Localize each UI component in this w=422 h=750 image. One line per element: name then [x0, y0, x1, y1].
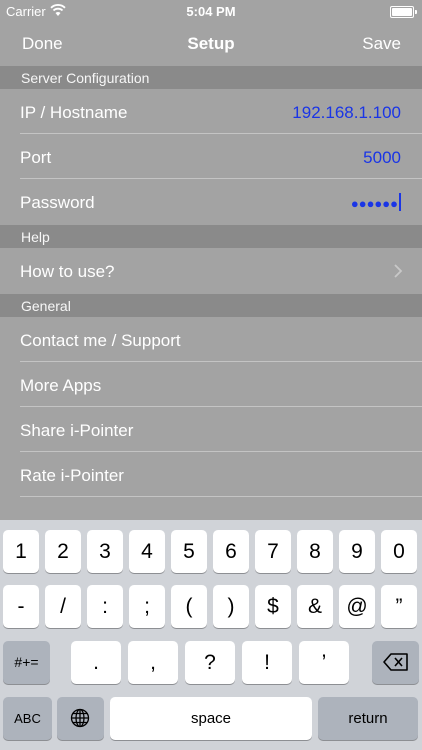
key-open-paren[interactable]: (: [171, 585, 207, 628]
key-dollar[interactable]: $: [255, 585, 291, 628]
share-row[interactable]: Share i-Pointer: [0, 408, 422, 452]
more-apps-label: More Apps: [20, 376, 102, 395]
navigation-bar: Done Setup Save: [0, 22, 422, 66]
divider: [20, 451, 422, 452]
share-label: Share i-Pointer: [20, 421, 134, 440]
key-3[interactable]: 3: [87, 530, 123, 573]
how-to-use-row[interactable]: How to use?: [0, 249, 422, 293]
globe-key[interactable]: [57, 697, 104, 740]
password-row[interactable]: Password ●●●●●●: [0, 180, 422, 224]
page-title: Setup: [187, 34, 235, 53]
divider: [20, 178, 422, 179]
text-cursor: [399, 193, 401, 211]
section-header-server: Server Configuration: [0, 66, 422, 89]
section-header-help: Help: [0, 225, 422, 248]
ip-hostname-field[interactable]: 192.168.1.100: [292, 103, 401, 123]
space-key[interactable]: space: [110, 697, 312, 740]
divider: [20, 133, 422, 134]
rate-label: Rate i-Pointer: [20, 466, 124, 485]
key-5[interactable]: 5: [171, 530, 207, 573]
status-time: 5:04 PM: [186, 4, 236, 19]
key-0[interactable]: 0: [381, 530, 417, 573]
key-colon[interactable]: :: [87, 585, 123, 628]
save-button[interactable]: Save: [362, 34, 401, 54]
key-close-paren[interactable]: ): [213, 585, 249, 628]
key-abc[interactable]: ABC: [3, 697, 52, 740]
section-header-general: General: [0, 294, 422, 317]
globe-icon: [70, 708, 90, 728]
key-ampersand[interactable]: &: [297, 585, 333, 628]
key-period[interactable]: .: [71, 641, 121, 684]
divider: [20, 361, 422, 362]
key-quote[interactable]: ”: [381, 585, 417, 628]
key-slash[interactable]: /: [45, 585, 81, 628]
password-label: Password: [20, 193, 95, 212]
key-comma[interactable]: ,: [128, 641, 178, 684]
key-more-symbols[interactable]: #+=: [3, 641, 50, 684]
status-bar: Carrier 5:04 PM: [0, 0, 422, 22]
more-apps-row[interactable]: More Apps: [0, 363, 422, 407]
backspace-icon: [383, 653, 408, 671]
chevron-right-icon: [394, 264, 403, 278]
divider: [20, 406, 422, 407]
password-field[interactable]: ●●●●●●: [351, 193, 401, 213]
key-1[interactable]: 1: [3, 530, 39, 573]
how-to-use-label: How to use?: [20, 262, 115, 281]
divider: [20, 496, 422, 497]
port-field[interactable]: 5000: [363, 148, 401, 168]
key-hyphen[interactable]: -: [3, 585, 39, 628]
key-2[interactable]: 2: [45, 530, 81, 573]
key-7[interactable]: 7: [255, 530, 291, 573]
rate-row[interactable]: Rate i-Pointer: [0, 453, 422, 497]
key-semicolon[interactable]: ;: [129, 585, 165, 628]
key-question[interactable]: ?: [185, 641, 235, 684]
ip-hostname-label: IP / Hostname: [20, 103, 128, 122]
key-4[interactable]: 4: [129, 530, 165, 573]
key-8[interactable]: 8: [297, 530, 333, 573]
key-apostrophe[interactable]: ’: [299, 641, 349, 684]
password-dots: ●●●●●●: [350, 196, 398, 211]
return-key[interactable]: return: [318, 697, 418, 740]
key-6[interactable]: 6: [213, 530, 249, 573]
key-exclamation[interactable]: !: [242, 641, 292, 684]
key-at[interactable]: @: [339, 585, 375, 628]
contact-label: Contact me / Support: [20, 331, 181, 350]
key-9[interactable]: 9: [339, 530, 375, 573]
contact-row[interactable]: Contact me / Support: [0, 318, 422, 362]
backspace-key[interactable]: [372, 641, 419, 684]
battery-icon: [390, 6, 417, 18]
port-label: Port: [20, 148, 52, 167]
port-row[interactable]: Port 5000: [0, 135, 422, 179]
keyboard: 1 2 3 4 5 6 7 8 9 0 - / : ; ( ) $ & @ ” …: [0, 520, 422, 750]
ip-hostname-row[interactable]: IP / Hostname 192.168.1.100: [0, 90, 422, 134]
